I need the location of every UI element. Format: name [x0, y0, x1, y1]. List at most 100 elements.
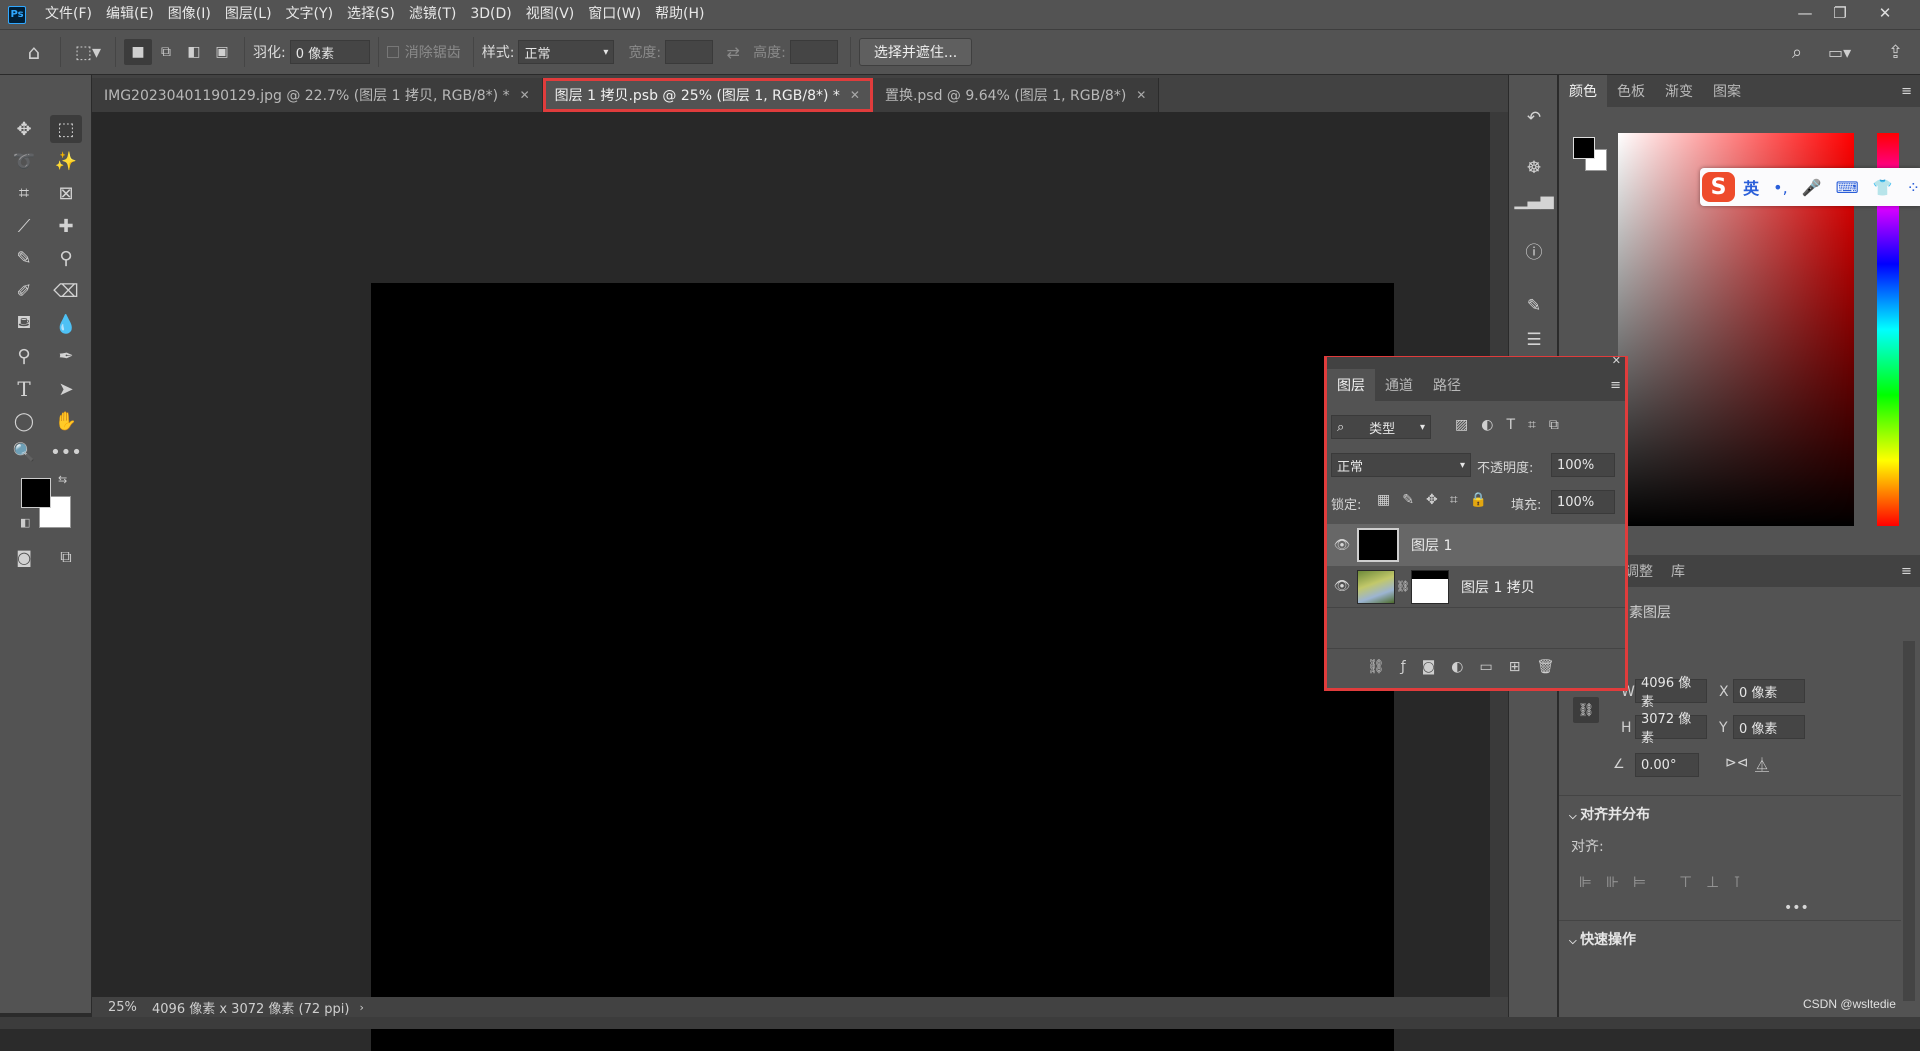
brush-tool-icon[interactable]: ✎: [8, 244, 40, 272]
swap-icon[interactable]: ⇄: [713, 43, 753, 62]
chevron-right-icon[interactable]: ›: [359, 1001, 363, 1014]
history-brush-tool-icon[interactable]: ✐: [8, 277, 40, 305]
blur-tool-icon[interactable]: 💧: [50, 310, 82, 338]
toolbox-icon[interactable]: ⁘: [1907, 178, 1920, 197]
width-field[interactable]: 4096 像素: [1635, 676, 1707, 710]
brush-settings-icon[interactable]: ✎: [1521, 293, 1547, 319]
tool-presets-icon[interactable]: ☰: [1521, 327, 1547, 353]
more-tools-icon[interactable]: •••: [50, 438, 82, 466]
punctuation-icon[interactable]: •,: [1773, 178, 1788, 197]
layer-name[interactable]: 图层 1 拷贝: [1461, 577, 1535, 597]
intersect-selection-icon[interactable]: ▣: [208, 44, 236, 60]
close-tab-icon[interactable]: ✕: [520, 88, 530, 102]
type-tool-icon[interactable]: T: [8, 375, 40, 403]
tab-img[interactable]: IMG20230401190129.jpg @ 22.7% (图层 1 拷贝, …: [92, 78, 543, 112]
eye-icon[interactable]: 👁: [1327, 538, 1357, 553]
align-section-header[interactable]: ⌵ 对齐并分布: [1569, 804, 1650, 824]
panel-menu-icon[interactable]: ≡: [1901, 84, 1912, 99]
menu-edit[interactable]: 编辑(E): [99, 0, 161, 29]
tab-layer-copy-psb[interactable]: 图层 1 拷贝.psb @ 25% (图层 1, RGB/8*) * ✕: [542, 78, 873, 112]
history-icon[interactable]: ↶: [1521, 105, 1547, 131]
ime-mode[interactable]: 英: [1743, 175, 1759, 199]
lock-buttons[interactable]: ▦✎✥⌗🔒: [1377, 492, 1499, 508]
minimize-icon[interactable]: —: [1790, 0, 1820, 26]
eraser-tool-icon[interactable]: ⌫: [50, 277, 82, 305]
lasso-tool-icon[interactable]: ➰: [8, 147, 40, 175]
zoom-level[interactable]: 25%: [92, 1000, 152, 1015]
link-icon[interactable]: ⛓: [1395, 580, 1411, 593]
tab-gradients[interactable]: 渐变: [1655, 75, 1703, 107]
menu-view[interactable]: 视图(V): [519, 0, 582, 29]
tab-libraries[interactable]: 库: [1671, 561, 1685, 581]
tab-displace-psd[interactable]: 置换.psd @ 9.64% (图层 1, RGB/8*) ✕: [872, 78, 1160, 112]
workspace-icon[interactable]: ▭▾: [1828, 43, 1851, 62]
move-tool-icon[interactable]: ✥: [8, 115, 40, 143]
layer-mask-thumbnail[interactable]: [1411, 569, 1449, 604]
y-field[interactable]: 0 像素: [1733, 715, 1805, 739]
skin-icon[interactable]: 👕: [1873, 178, 1893, 197]
swap-colors-icon[interactable]: ⇆: [58, 473, 67, 486]
rect-marquee-tool-icon[interactable]: ⬚: [50, 115, 82, 143]
zoom-tool-icon[interactable]: 🔍: [8, 438, 40, 466]
tab-paths[interactable]: 路径: [1423, 369, 1471, 401]
more-options-icon[interactable]: •••: [1784, 900, 1809, 916]
canvas-area[interactable]: [92, 112, 1490, 1051]
close-tab-icon[interactable]: ✕: [850, 88, 860, 102]
color-fg-swatch[interactable]: [1573, 137, 1595, 159]
document-canvas[interactable]: [371, 283, 1394, 1051]
dodge-tool-icon[interactable]: ⚲: [8, 342, 40, 370]
tab-patterns[interactable]: 图案: [1703, 75, 1751, 107]
layer-name[interactable]: 图层 1: [1411, 535, 1452, 555]
keyboard-icon[interactable]: ⌨: [1836, 178, 1859, 197]
quick-actions-header[interactable]: ⌵ 快速操作: [1569, 929, 1636, 949]
select-and-mask-button[interactable]: 选择并遮住...: [858, 38, 973, 66]
properties-scrollbar[interactable]: [1903, 641, 1915, 1001]
menu-type[interactable]: 文字(Y): [279, 0, 340, 29]
screen-mode-icon[interactable]: ⧉: [50, 543, 82, 571]
crop-tool-icon[interactable]: ⌗: [8, 179, 40, 207]
menu-file[interactable]: 文件(F): [38, 0, 99, 29]
subtract-selection-icon[interactable]: ◧: [180, 44, 208, 60]
menu-image[interactable]: 图像(I): [161, 0, 218, 29]
menu-window[interactable]: 窗口(W): [581, 0, 648, 29]
close-window-icon[interactable]: ✕: [1870, 0, 1900, 26]
style-select[interactable]: 正常 ▾: [518, 40, 615, 64]
tab-channels[interactable]: 通道: [1375, 369, 1423, 401]
default-colors-icon[interactable]: ◧: [20, 516, 30, 529]
angle-field[interactable]: 0.00°: [1635, 753, 1699, 777]
path-selection-tool-icon[interactable]: ➤: [50, 375, 82, 403]
hand-tool-icon[interactable]: ✋: [50, 407, 82, 435]
tab-swatches[interactable]: 色板: [1607, 75, 1655, 107]
height-input[interactable]: [789, 40, 838, 64]
height-field[interactable]: 3072 像素: [1635, 712, 1707, 746]
x-field[interactable]: 0 像素: [1733, 679, 1805, 703]
menu-filter[interactable]: 滤镜(T): [402, 0, 463, 29]
eye-icon[interactable]: 👁: [1327, 579, 1357, 594]
foreground-color-swatch-top[interactable]: [21, 478, 51, 508]
add-selection-icon[interactable]: ⧉: [152, 44, 180, 60]
layer-row[interactable]: 👁 ⛓ 图层 1 拷贝: [1327, 566, 1625, 608]
link-icon[interactable]: ⛓: [1573, 697, 1599, 723]
panel-menu-icon[interactable]: ≡: [1901, 564, 1912, 579]
tab-adjustments[interactable]: 调整: [1625, 561, 1653, 581]
share-icon[interactable]: ⇪: [1888, 42, 1903, 63]
navigator-icon[interactable]: ☸: [1521, 155, 1547, 181]
marquee-preset-icon[interactable]: ⬚▾: [69, 42, 107, 63]
feather-input[interactable]: 0 像素: [289, 40, 370, 64]
microphone-icon[interactable]: 🎤: [1802, 178, 1822, 197]
layer-filter-buttons[interactable]: ▨◐T⌗⧉: [1455, 417, 1572, 433]
layers-panel-header[interactable]: ✕: [1327, 354, 1625, 369]
frame-tool-icon[interactable]: ⊠: [50, 179, 82, 207]
quick-mask-icon[interactable]: ◙: [8, 543, 40, 571]
opacity-input[interactable]: 100%: [1551, 453, 1615, 477]
stamp-tool-icon[interactable]: ⚲: [50, 244, 82, 272]
home-icon[interactable]: ⌂: [16, 40, 52, 64]
restore-icon[interactable]: ❐: [1825, 0, 1855, 26]
layer-actions[interactable]: ⛓ƒ◙◐▭⊞🗑: [1367, 659, 1570, 675]
magic-wand-tool-icon[interactable]: ✨: [50, 147, 82, 175]
antialias-checkbox[interactable]: [386, 46, 399, 58]
search-icon[interactable]: ⌕: [1792, 42, 1802, 63]
menu-3d[interactable]: 3D(D): [463, 0, 518, 29]
flip-horizontal-icon[interactable]: ⊳⊲: [1725, 755, 1748, 771]
panel-menu-icon[interactable]: ≡: [1610, 378, 1621, 393]
